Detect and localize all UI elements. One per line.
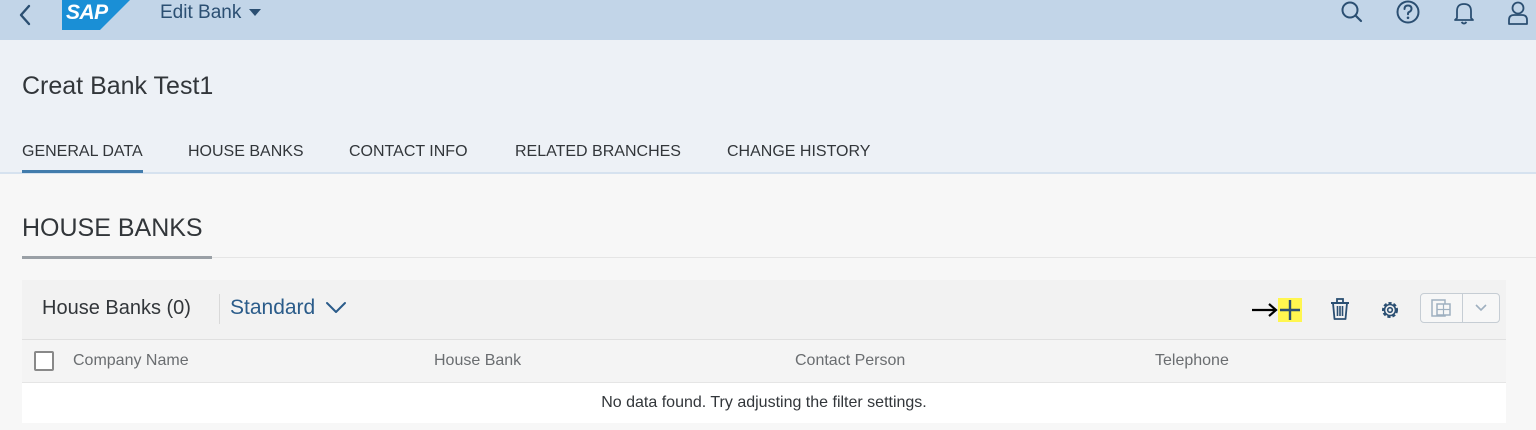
notifications-icon[interactable]	[1450, 0, 1478, 26]
no-data-message: No data found. Try adjusting the filter …	[22, 382, 1506, 423]
tab-house-banks[interactable]: HOUSE BANKS	[188, 143, 304, 173]
tab-general-data[interactable]: GENERAL DATA	[22, 143, 143, 173]
column-header-contact-person[interactable]: Contact Person	[795, 352, 905, 370]
tab-related-branches[interactable]: RELATED BRANCHES	[515, 143, 681, 173]
table-header-row: Company Name House Bank Contact Person T…	[22, 340, 1506, 382]
select-all-checkbox[interactable]	[34, 351, 54, 371]
variant-selector[interactable]: Standard	[230, 296, 347, 320]
delete-icon	[1331, 298, 1349, 320]
table-title: House Banks (0)	[42, 297, 191, 319]
search-icon[interactable]	[1338, 0, 1366, 26]
settings-icon	[1382, 302, 1398, 318]
section-title: HOUSE BANKS	[22, 214, 203, 242]
add-icon	[1280, 300, 1300, 320]
app-title-menu[interactable]: Edit Bank	[160, 1, 262, 25]
user-icon[interactable]	[1504, 0, 1532, 26]
table-toolbar: House Banks (0) Standard	[22, 280, 1506, 340]
sap-logo[interactable]: SAP	[62, 0, 130, 30]
export-button[interactable]	[1421, 294, 1463, 322]
object-header: Creat Bank Test1 GENERAL DATA HOUSE BANK…	[0, 40, 1536, 174]
house-banks-table: House Banks (0) Standard Company Name Ho…	[22, 280, 1506, 423]
caret-down-icon	[249, 9, 262, 16]
chevron-down-icon	[1475, 304, 1487, 312]
back-icon[interactable]	[14, 3, 38, 27]
page-title: Creat Bank Test1	[22, 72, 214, 100]
tab-contact-info[interactable]: CONTACT INFO	[349, 143, 468, 173]
shell-bar: SAP Edit Bank	[0, 0, 1536, 40]
delete-button[interactable]	[1324, 294, 1356, 326]
app-title: Edit Bank	[160, 2, 242, 23]
add-button[interactable]	[1274, 294, 1306, 326]
variant-label: Standard	[230, 296, 316, 319]
column-header-telephone[interactable]: Telephone	[1155, 352, 1229, 370]
export-split-button	[1420, 293, 1500, 323]
chevron-down-icon	[326, 302, 347, 313]
column-header-company-name[interactable]: Company Name	[73, 352, 189, 370]
toolbar-separator	[219, 294, 220, 324]
tab-change-history[interactable]: CHANGE HISTORY	[727, 143, 870, 173]
export-menu-button[interactable]	[1463, 294, 1499, 322]
export-icon	[1431, 299, 1451, 317]
help-icon[interactable]	[1394, 0, 1422, 26]
column-header-house-bank[interactable]: House Bank	[434, 352, 521, 370]
section-divider	[212, 257, 1536, 258]
sap-logo-text: SAP	[66, 1, 108, 24]
settings-button[interactable]	[1374, 294, 1406, 326]
section-title-underline	[22, 256, 212, 259]
